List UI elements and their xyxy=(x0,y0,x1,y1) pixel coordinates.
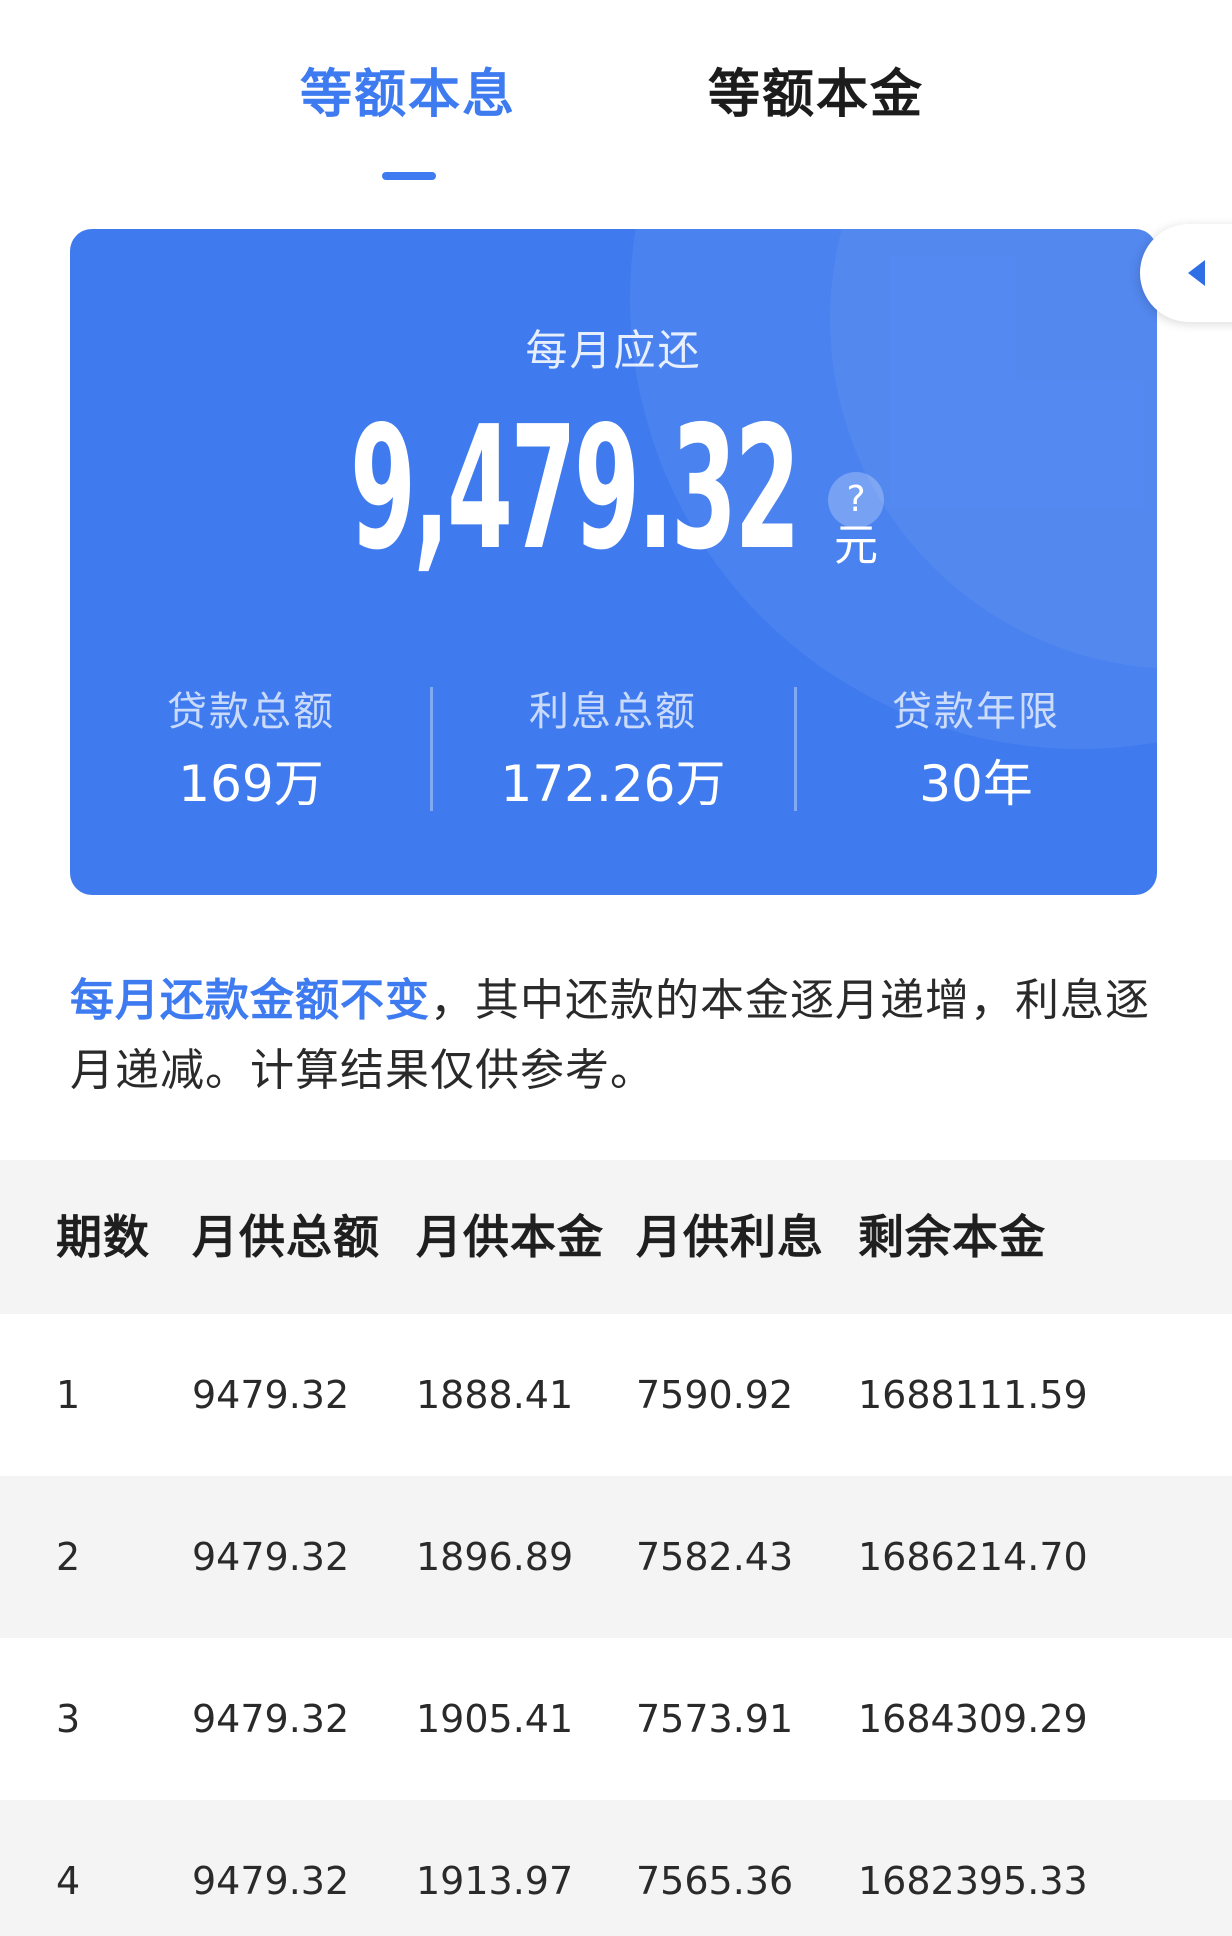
table-row: 3 9479.32 1905.41 7573.91 1684309.29 xyxy=(0,1638,1232,1800)
cell-monthly-interest: 7582.43 xyxy=(636,1535,794,1579)
cell-monthly-interest: 7565.36 xyxy=(636,1859,794,1903)
header-monthly-interest: 月供利息 xyxy=(636,1210,824,1264)
table-header-row: 期数 月供总额 月供本金 月供利息 剩余本金 xyxy=(0,1160,1232,1314)
description-highlight: 每月还款金额不变 xyxy=(70,975,430,1026)
repayment-schedule-table: 期数 月供总额 月供本金 月供利息 剩余本金 1 9479.32 1888.41… xyxy=(0,1160,1232,1936)
stat-divider xyxy=(794,687,797,811)
stat-value: 30年 xyxy=(919,755,1033,813)
cell-period: 2 xyxy=(56,1535,81,1579)
cell-remaining-principal: 1686214.70 xyxy=(858,1535,1088,1579)
cell-monthly-interest: 7590.92 xyxy=(636,1373,794,1417)
cell-period: 3 xyxy=(56,1697,81,1741)
repayment-description: 每月还款金额不变，其中还款的本金逐月递增，利息逐月递减。计算结果仅供参考。 xyxy=(70,966,1170,1106)
cell-period: 1 xyxy=(56,1373,81,1417)
stat-value: 172.26万 xyxy=(500,755,726,813)
monthly-payment-label: 每月应还 xyxy=(525,326,702,375)
cell-monthly-total: 9479.32 xyxy=(192,1859,350,1903)
cell-monthly-principal: 1913.97 xyxy=(416,1859,574,1903)
cell-monthly-principal: 1896.89 xyxy=(416,1535,574,1579)
side-panel-handle[interactable] xyxy=(1140,224,1232,322)
header-remaining-principal: 剩余本金 xyxy=(858,1210,1046,1264)
cell-remaining-principal: 1684309.29 xyxy=(858,1697,1088,1741)
stat-divider xyxy=(430,687,433,811)
repayment-method-tabs: 等额本息 等额本金 xyxy=(0,0,1232,190)
stat-loan-total: 贷款总额 169万 xyxy=(70,684,432,824)
cell-remaining-principal: 1688111.59 xyxy=(858,1373,1088,1417)
active-tab-indicator xyxy=(382,172,436,180)
caret-left-icon xyxy=(1188,260,1205,286)
cell-monthly-principal: 1905.41 xyxy=(416,1697,574,1741)
table-row: 4 9479.32 1913.97 7565.36 1682395.33 xyxy=(0,1800,1232,1936)
stat-label: 利息总额 xyxy=(529,689,697,735)
stat-label: 贷款总额 xyxy=(167,689,335,735)
stat-label: 贷款年限 xyxy=(892,689,1060,735)
monthly-payment-card: 每月应还 9,479.32 元 ? 贷款总额 169万 利息总额 172.26万… xyxy=(70,229,1157,895)
stat-loan-term: 贷款年限 30年 xyxy=(795,684,1157,824)
header-period: 期数 xyxy=(56,1210,150,1264)
tab-equal-installment[interactable]: 等额本息 xyxy=(300,52,516,125)
loan-stats: 贷款总额 169万 利息总额 172.26万 贷款年限 30年 xyxy=(70,684,1157,824)
cell-period: 4 xyxy=(56,1859,81,1903)
header-monthly-principal: 月供本金 xyxy=(416,1210,604,1264)
header-monthly-total: 月供总额 xyxy=(192,1210,380,1264)
cell-monthly-interest: 7573.91 xyxy=(636,1697,794,1741)
table-row: 1 9479.32 1888.41 7590.92 1688111.59 xyxy=(0,1314,1232,1476)
stat-value: 169万 xyxy=(178,755,324,813)
table-row: 2 9479.32 1896.89 7582.43 1686214.70 xyxy=(0,1476,1232,1638)
loan-calculator-page: 等额本息 等额本金 每月应还 9,479.32 元 ? 贷款总额 169万 利息… xyxy=(0,0,1232,1936)
question-icon[interactable]: ? xyxy=(828,472,884,528)
cell-monthly-total: 9479.32 xyxy=(192,1535,350,1579)
cell-monthly-total: 9479.32 xyxy=(192,1697,350,1741)
monthly-payment-amount: 9,479.32 xyxy=(350,390,801,588)
cell-remaining-principal: 1682395.33 xyxy=(858,1859,1088,1903)
stat-interest-total: 利息总额 172.26万 xyxy=(432,684,794,824)
tab-equal-principal[interactable]: 等额本金 xyxy=(708,52,924,125)
monthly-payment-amount-group: 9,479.32 元 xyxy=(70,389,1157,589)
cell-monthly-total: 9479.32 xyxy=(192,1373,350,1417)
cell-monthly-principal: 1888.41 xyxy=(416,1373,574,1417)
